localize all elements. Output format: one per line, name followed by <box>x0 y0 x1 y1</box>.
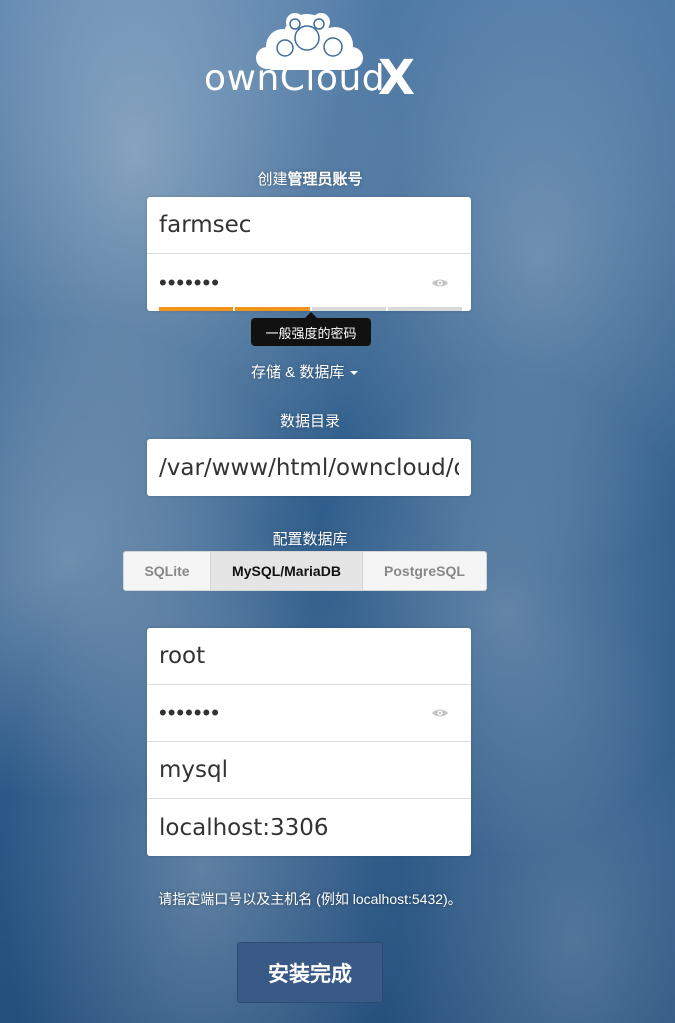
storage-database-toggle[interactable]: 存储 & 数据库 <box>251 361 359 382</box>
admin-account-label: 创建管理员账号 <box>0 168 620 189</box>
db-password-field[interactable]: ••••••• <box>147 685 471 742</box>
strength-segment <box>235 307 310 311</box>
admin-username-input[interactable] <box>147 197 471 253</box>
database-type-tabs: SQLite MySQL/MariaDB PostgreSQL <box>123 551 487 591</box>
logo-x-mark: X <box>378 50 416 106</box>
db-name-field[interactable] <box>147 742 471 799</box>
eye-icon[interactable] <box>431 278 449 288</box>
tab-mysql-mariadb[interactable]: MySQL/MariaDB <box>211 552 363 590</box>
host-hint: 请指定端口号以及主机名 (例如 localhost:5432)。 <box>158 891 462 907</box>
logo-wordmark: ownCloud <box>204 58 386 99</box>
tab-sqlite[interactable]: SQLite <box>124 552 211 590</box>
database-fields: ••••••• <box>147 628 471 856</box>
admin-username-field[interactable] <box>147 197 471 254</box>
data-dir-input[interactable] <box>147 439 471 496</box>
strength-segment <box>311 307 386 311</box>
admin-password-field[interactable]: ••••••• <box>147 254 471 311</box>
admin-fields: ••••••• <box>147 197 471 311</box>
database-config-label: 配置数据库 <box>272 531 348 548</box>
data-dir-field[interactable] <box>147 439 471 496</box>
password-strength-tooltip: 一般强度的密码 <box>251 312 371 346</box>
storage-database-label[interactable]: 存储 & 数据库 <box>251 364 344 381</box>
db-password-input[interactable]: ••••••• <box>159 700 220 726</box>
db-user-field[interactable] <box>147 628 471 685</box>
data-dir-label: 数据目录 <box>279 413 340 430</box>
strength-segment <box>387 307 462 311</box>
caret-down-icon[interactable] <box>350 371 359 376</box>
admin-label-prefix: 创建 <box>257 171 288 188</box>
admin-password-input[interactable]: ••••••• <box>159 270 220 296</box>
finish-setup-button[interactable]: 安装完成 <box>237 942 383 1003</box>
db-host-input[interactable] <box>147 799 471 856</box>
admin-label-bold: 管理员账号 <box>287 171 363 188</box>
eye-icon[interactable] <box>431 708 449 718</box>
strength-segment <box>159 307 234 311</box>
data-dir-group <box>147 439 471 496</box>
db-host-field[interactable] <box>147 799 471 856</box>
tab-postgresql[interactable]: PostgreSQL <box>363 552 486 590</box>
password-strength-meter <box>159 307 462 311</box>
db-name-input[interactable] <box>147 742 471 798</box>
db-user-input[interactable] <box>147 628 471 684</box>
owncloud-logo: ownCloud X <box>200 10 420 106</box>
